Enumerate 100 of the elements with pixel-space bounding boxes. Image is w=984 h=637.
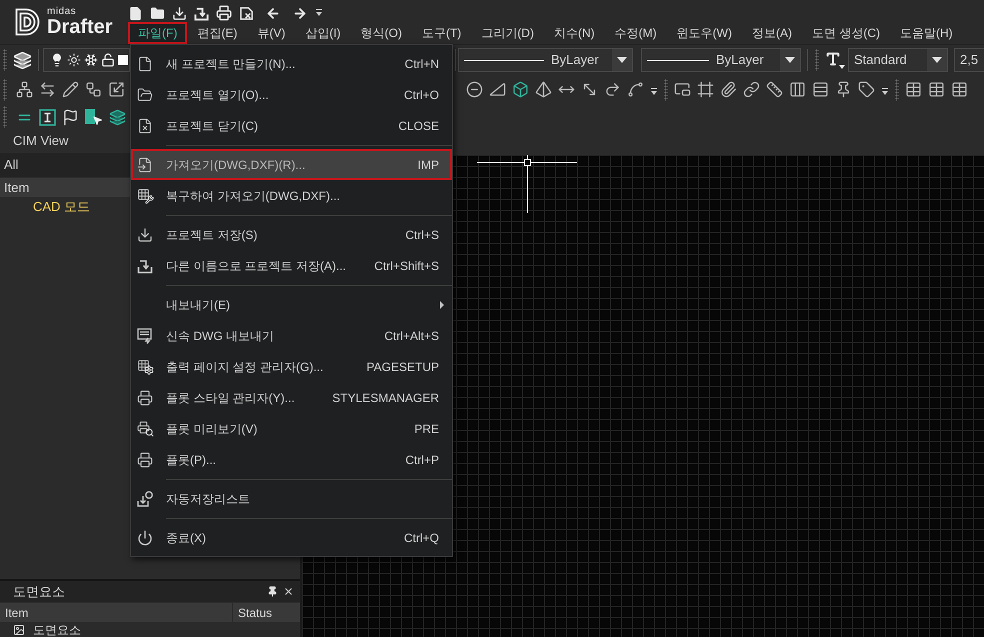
pyramid-icon[interactable]	[535, 81, 552, 98]
picture-in-picture-icon[interactable]	[674, 81, 691, 98]
right-arrow-icon[interactable]	[292, 6, 308, 20]
layers-icon[interactable]	[109, 108, 126, 126]
file-icon[interactable]	[128, 6, 143, 20]
download-icon[interactable]	[172, 6, 187, 20]
column-header[interactable]: Item	[0, 603, 233, 622]
menubar-item[interactable]: 치수(N)	[544, 22, 605, 44]
table-icon[interactable]	[928, 81, 945, 98]
tray-arrow-icon[interactable]	[194, 6, 209, 20]
text-style-icon[interactable]	[825, 51, 845, 69]
overflow-caret-icon[interactable]	[881, 88, 889, 96]
pin-icon[interactable]	[835, 81, 852, 98]
rows-icon[interactable]	[812, 81, 829, 98]
text-style-select[interactable]: Standard	[848, 48, 948, 72]
block-cursor-icon[interactable]	[85, 108, 103, 126]
columns-icon[interactable]	[789, 81, 806, 98]
ruler-icon[interactable]	[766, 81, 783, 98]
menubar-item[interactable]: 형식(O)	[350, 22, 412, 44]
tree-item[interactable]: 도면요소	[33, 622, 81, 636]
two-way-arrow-icon[interactable]	[39, 81, 56, 98]
customize-caret-icon[interactable]	[315, 9, 323, 17]
flag-icon[interactable]	[62, 108, 79, 126]
blank-page-icon	[137, 56, 153, 72]
menubar-item[interactable]: 수정(M)	[604, 22, 667, 44]
menu-item[interactable]: 신속 DWG 내보내기 Ctrl+Alt+S	[131, 320, 452, 351]
connected-squares-icon[interactable]	[85, 81, 102, 98]
page-cross-icon	[137, 118, 153, 134]
open-folder-icon	[137, 86, 153, 102]
menu-item[interactable]: 플롯 미리보기(V) PRE	[131, 413, 452, 444]
menu-item[interactable]: 복구하여 가져오기(DWG,DXF)...	[131, 180, 452, 211]
cube-icon[interactable]	[512, 81, 529, 98]
menubar-item[interactable]: 뷰(V)	[247, 22, 296, 44]
toolbar-grip[interactable]	[3, 106, 7, 128]
menubar-item[interactable]: 그리기(D)	[471, 22, 544, 44]
page-cross-icon[interactable]	[239, 6, 254, 20]
menu-item[interactable]: 출력 페이지 설정 관리자(G)... PAGESETUP	[131, 351, 452, 382]
chain-link-icon[interactable]	[743, 81, 760, 98]
layer-select[interactable]	[43, 48, 130, 72]
menu-item[interactable]: 새 프로젝트 만들기(N)... Ctrl+N	[131, 48, 452, 79]
toolbar-grip[interactable]	[664, 78, 668, 100]
layers-icon[interactable]	[13, 50, 32, 70]
printer-magnifier-icon	[136, 420, 154, 436]
text-height-field[interactable]: 2,5	[954, 48, 984, 72]
menu-item[interactable]: 내보내기(E)	[131, 289, 452, 320]
download-circle-icon	[137, 490, 153, 506]
table-icon[interactable]	[905, 81, 922, 98]
menubar-item[interactable]: 도구(T)	[412, 22, 472, 44]
printer-icon[interactable]	[216, 5, 232, 21]
toolbar-grip[interactable]	[815, 49, 819, 71]
menu-item[interactable]: 프로젝트 닫기(C) CLOSE	[131, 110, 452, 141]
square-diagonal-arrow-icon[interactable]	[108, 81, 125, 98]
menubar-item[interactable]: 파일(F)	[128, 22, 188, 44]
menubar-item[interactable]: 편집(E)	[187, 22, 248, 44]
menu-item[interactable]: 프로젝트 열기(O)... Ctrl+O	[131, 79, 452, 110]
menubar-item[interactable]: 도움말(H)	[890, 22, 963, 44]
pin-icon[interactable]	[267, 586, 278, 597]
shortcut-label: Ctrl+Alt+S	[384, 328, 439, 344]
hierarchy-icon[interactable]	[16, 81, 33, 98]
menubar-item[interactable]: 정보(A)	[742, 22, 802, 44]
page-arrow-icon	[137, 156, 153, 172]
menubar-item[interactable]: 윈도우(W)	[666, 22, 742, 44]
shortcut-label: IMP	[418, 156, 439, 174]
toolbar-grip[interactable]	[895, 78, 899, 100]
circle-minus-icon[interactable]	[466, 81, 483, 98]
menu-item[interactable]: 종료(X) Ctrl+Q	[131, 522, 452, 553]
i-beam-box-icon[interactable]	[39, 108, 56, 126]
shortcut-label: CLOSE	[398, 118, 439, 134]
menubar-item[interactable]: 도면 생성(C)	[802, 22, 890, 44]
image-icon	[13, 624, 25, 636]
diagonal-arrow-icon[interactable]	[581, 81, 598, 98]
lineweight-select[interactable]: ByLayer	[641, 48, 801, 72]
sun-icon	[67, 53, 81, 67]
panel-bolt-icon	[137, 328, 153, 344]
curved-arrow-icon[interactable]	[604, 81, 621, 98]
menu-item[interactable]: 자동저장리스트	[131, 483, 452, 514]
unlocked-padlock-icon	[101, 53, 115, 67]
folder-icon[interactable]	[150, 6, 165, 20]
hash-icon[interactable]	[697, 81, 714, 98]
paperclip-icon[interactable]	[720, 81, 737, 98]
power-icon	[137, 530, 153, 546]
close-icon[interactable]	[283, 586, 294, 597]
pencil-icon[interactable]	[62, 81, 79, 98]
menubar-item[interactable]: 삽입(I)	[295, 22, 351, 44]
tag-icon[interactable]	[858, 81, 875, 98]
table-icon[interactable]	[951, 81, 968, 98]
menu-item[interactable]: 플롯(P)... Ctrl+P	[131, 444, 452, 475]
menu-item[interactable]: 플롯 스타일 관리자(Y)... STYLESMANAGER	[131, 382, 452, 413]
column-header[interactable]: Status	[233, 603, 300, 622]
linetype-select[interactable]: ByLayer	[458, 48, 633, 72]
shortcut-label: Ctrl+Q	[404, 530, 439, 546]
right-triangle-icon[interactable]	[489, 81, 506, 98]
menu-item[interactable]: 프로젝트 저장(S) Ctrl+S	[131, 219, 452, 250]
toolbar-grip[interactable]	[3, 49, 7, 71]
menu-item[interactable]: 가져오기(DWG,DXF)(R)... IMP	[131, 149, 452, 180]
menu-item[interactable]: 다른 이름으로 프로젝트 저장(A)... Ctrl+Shift+S	[131, 250, 452, 281]
overflow-caret-icon[interactable]	[650, 88, 658, 96]
toolbar-grip[interactable]	[3, 78, 7, 100]
spline-icon[interactable]	[627, 81, 644, 98]
tree-item[interactable]: CAD 모드	[33, 197, 90, 217]
